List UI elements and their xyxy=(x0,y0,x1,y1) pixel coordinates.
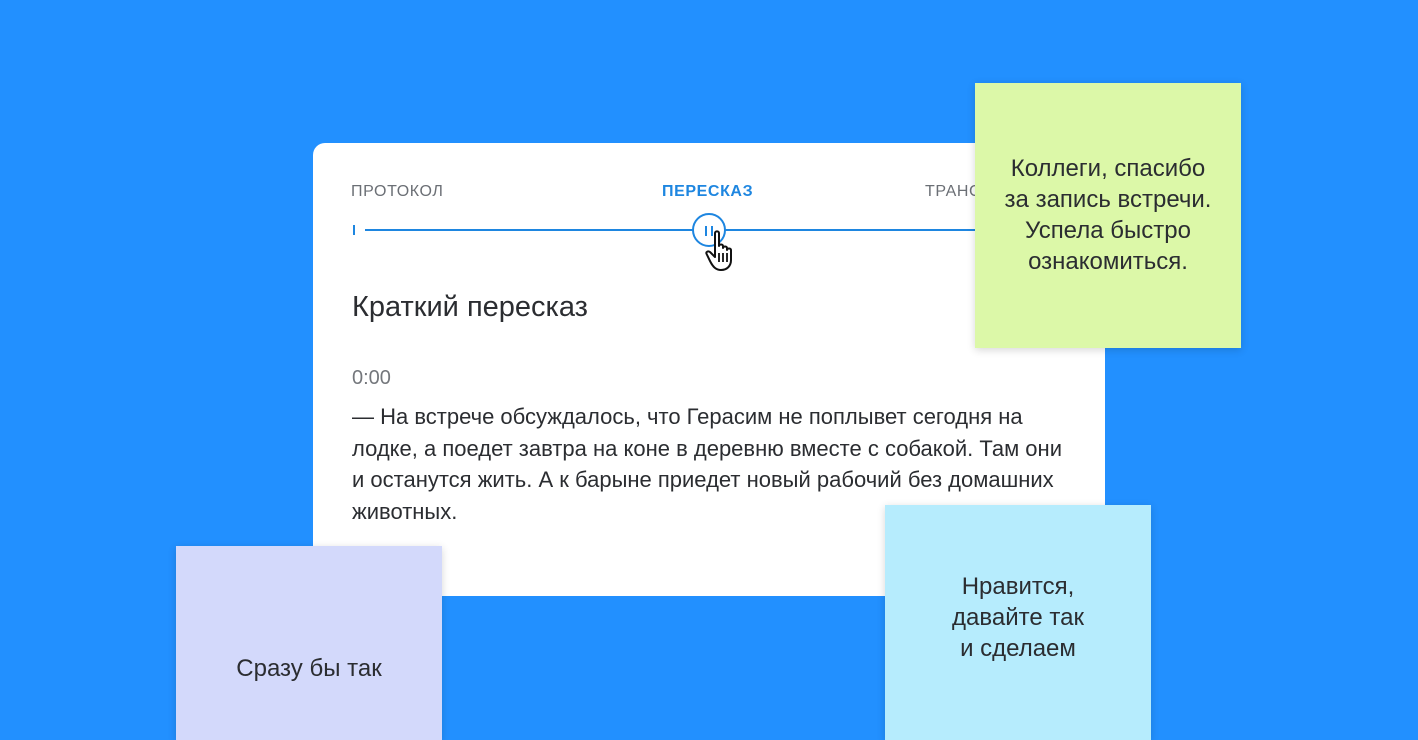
hand-pointer-icon xyxy=(705,230,732,271)
sticky-note-right-away: Сразу бы так xyxy=(176,546,442,740)
tab-protocol[interactable]: ПРОТОКОЛ xyxy=(351,183,443,201)
tab-retelling[interactable]: ПЕРЕСКАЗ xyxy=(662,183,753,201)
tab-transcript[interactable]: ТРАНС xyxy=(925,183,981,201)
sticky-note-like-it: Нравится, давайте так и сделаем xyxy=(885,505,1151,740)
section-title: Краткий пересказ xyxy=(352,291,588,323)
sticky-note-text: Коллеги, спасибо за запись встречи. Успе… xyxy=(1004,155,1212,275)
slider-start-marker xyxy=(353,225,355,235)
sticky-note-text: Нравится, давайте так и сделаем xyxy=(952,573,1084,662)
sticky-note-text: Сразу бы так xyxy=(236,654,382,682)
timestamp[interactable]: 0:00 xyxy=(352,367,391,390)
sticky-note-thanks: Коллеги, спасибо за запись встречи. Успе… xyxy=(975,83,1241,348)
